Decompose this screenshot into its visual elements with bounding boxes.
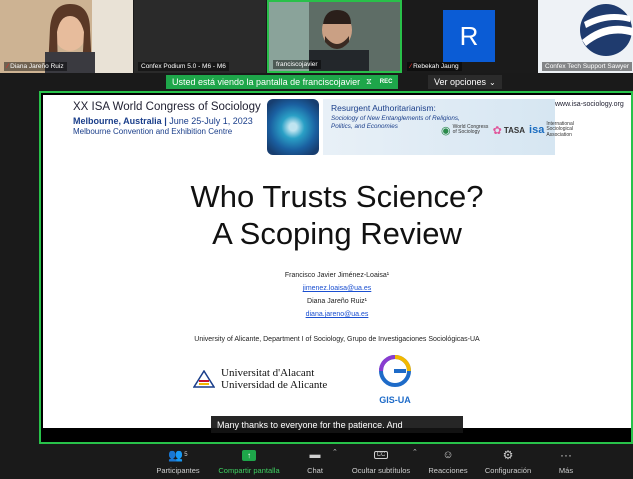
settings-button[interactable]: ⚙ Configuración [482, 446, 534, 475]
sponsor-logos: ◉ World Congress of Sociology ✿ TASA isa In… [441, 117, 582, 143]
participants-icon: 👥 [168, 448, 184, 462]
participant-name: franciscojavier [273, 60, 321, 69]
sponsor-isa: isa International Sociological Associatio… [529, 120, 574, 138]
stop-icon: ⧖ [366, 77, 372, 86]
isa-icon: isa [529, 124, 545, 136]
live-caption: Many thanks to everyone for the patience… [211, 416, 463, 433]
cc-icon: CC [373, 451, 389, 459]
affiliation: University of Alicante, Department I of … [194, 336, 480, 343]
congress-name: XX ISA World Congress of Sociology [73, 101, 261, 113]
view-options-button[interactable]: Ver opciones ⌄ [428, 75, 502, 89]
city-dates: Melbourne, Australia | June 25-July 1, 2… [73, 116, 253, 126]
participant-name: Confex Tech Support Sawyer [542, 62, 633, 71]
author-name: Diana Jareño Ruiz¹ [307, 298, 367, 305]
mic-off-icon: ⁄ [410, 63, 412, 70]
emoji-icon: ☺ [442, 449, 454, 461]
ua-crest-icon [193, 370, 215, 388]
participant-name: ⁄ Rebekah Jaung [407, 62, 462, 71]
screen-share-banner: Usted está viendo la pantalla de francis… [166, 75, 399, 89]
chevron-down-icon: ⌄ [489, 77, 496, 87]
congress-header: XX ISA World Congress of Sociology Melbo… [73, 101, 261, 136]
share-screen-button[interactable]: ↑ Compartir pantalla [214, 446, 284, 475]
share-screen-icon: ↑ [242, 449, 256, 461]
author-email[interactable]: diana.jareno@ua.es [43, 311, 631, 318]
chat-icon: ▬ [309, 449, 321, 461]
rec-indicator: REC [379, 79, 393, 85]
author-email[interactable]: jimenez.loaisa@ua.es [43, 285, 631, 292]
more-icon: ··· [560, 448, 572, 462]
participant-tile-active-speaker[interactable]: franciscojavier [267, 0, 402, 73]
subtitles-button[interactable]: CC Ocultar subtítulos [346, 446, 416, 475]
author-name: Francisco Javier Jiménez-Loaisa¹ [284, 272, 390, 279]
avatar: R [443, 10, 495, 62]
participant-tile[interactable]: R ⁄ Rebekah Jaung [403, 0, 537, 73]
sponsor-wcs: ◉ World Congress of Sociology [441, 123, 489, 137]
participant-tile[interactable]: Confex Tech Support Sawyer [538, 0, 633, 73]
participant-tile[interactable]: Confex Podium 5.0 - M6 - M6 [134, 0, 266, 73]
participant-name: Confex Podium 5.0 - M6 - M6 [138, 62, 229, 71]
meeting-toolbar: 👥 5 Participantes ↑ Compartir pantalla ▬ … [0, 444, 633, 479]
website-url: www.isa-sociology.org [555, 101, 624, 108]
gis-emblem-icon [379, 355, 411, 387]
chat-button[interactable]: ▬ Chat [300, 446, 330, 475]
presentation-slide: XX ISA World Congress of Sociology Melbo… [43, 95, 631, 428]
theme-title: Resurgent Authoritarianism: [331, 103, 436, 113]
participant-name: ⁄ Diana Jareño Ruiz [4, 62, 67, 71]
university-logo: Universitat d'Alacant Universidad de Alic… [193, 367, 327, 391]
shared-screen[interactable]: XX ISA World Congress of Sociology Melbo… [39, 91, 633, 444]
globe-icon: ◉ [441, 124, 451, 137]
gis-ua-logo: GIS-UA [373, 351, 417, 405]
venue: Melbourne Convention and Exhibition Cent… [73, 127, 233, 136]
more-button[interactable]: ··· Más [552, 446, 580, 475]
reactions-button[interactable]: ☺ Reacciones [426, 446, 470, 475]
participant-tile[interactable]: ⁄ Diana Jareño Ruiz [0, 0, 133, 73]
chat-options-caret[interactable]: ⌃ [332, 448, 338, 456]
congress-emblem-icon [267, 99, 319, 155]
gear-icon: ⚙ [502, 448, 514, 462]
participants-button[interactable]: 👥 5 Participantes [150, 446, 206, 475]
subtitles-options-caret[interactable]: ⌃ [412, 448, 418, 456]
gis-label: GIS-UA [379, 395, 411, 405]
sponsor-tasa: ✿ TASA [492, 124, 526, 137]
tasa-icon: ✿ [492, 124, 502, 137]
mic-off-icon: ⁄ [7, 63, 9, 70]
slide-title: Who Trusts Science? A Scoping Review [190, 179, 484, 251]
